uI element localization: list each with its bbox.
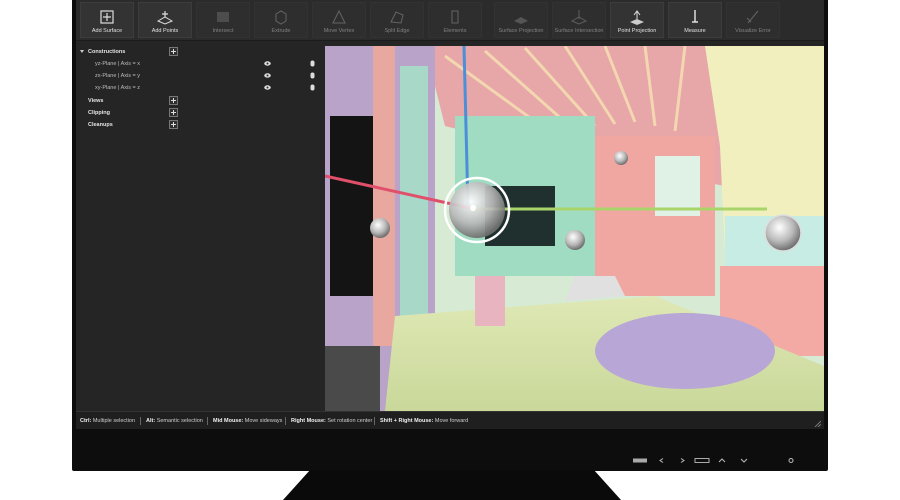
status-hint-mid-mouse: Mid Mouse: Move sideways xyxy=(213,418,283,424)
cleanups-label: Cleanups xyxy=(88,122,113,128)
status-bar: Ctrl: Multiple selection Alt: Semantic s… xyxy=(76,411,824,429)
surface-intersection-button[interactable]: Surface Intersection xyxy=(552,2,606,38)
add-points-icon xyxy=(156,11,174,25)
monitor-stand xyxy=(283,470,621,500)
move-vertex-icon xyxy=(332,9,346,24)
chevron-down-icon[interactable] xyxy=(738,458,750,463)
split-edge-icon xyxy=(390,11,404,24)
tool-label: Add Points xyxy=(151,28,179,34)
input-source-icon[interactable] xyxy=(694,458,710,463)
tree-row-constructions[interactable]: Constructions xyxy=(76,47,325,58)
tool-label: Measure xyxy=(684,28,706,34)
sidebar-panel: Constructions yz-Plane | Axis = x zx-Pla… xyxy=(76,41,325,411)
add-surface-button[interactable]: Add Surface xyxy=(80,2,134,38)
tree-row-views[interactable]: Views xyxy=(76,96,325,107)
point-projection-button[interactable]: Point Projection xyxy=(610,2,664,38)
split-edge-button[interactable]: Split Edge xyxy=(370,2,424,38)
tool-label: Elements xyxy=(443,28,467,34)
chevron-left-icon[interactable] xyxy=(656,458,668,463)
tool-label: Point Projection xyxy=(617,28,657,34)
visualize-error-icon xyxy=(746,10,759,24)
handle-sphere-back xyxy=(614,151,628,165)
tree-row-yz-plane[interactable]: yz-Plane | Axis = x xyxy=(76,59,325,70)
surface-intersection-icon xyxy=(570,10,588,25)
tool-label: Extrude xyxy=(271,28,291,34)
eye-icon[interactable] xyxy=(264,85,271,90)
add-points-button[interactable]: Add Points xyxy=(138,2,192,38)
elements-button[interactable]: Elements xyxy=(428,2,482,38)
measure-icon xyxy=(692,10,698,23)
tool-label: Surface Projection xyxy=(498,28,544,34)
y-axis-handle xyxy=(764,214,802,252)
chevron-down-icon[interactable] xyxy=(80,50,84,53)
tree-row-cleanups[interactable]: Cleanups xyxy=(76,120,325,131)
eye-icon[interactable] xyxy=(264,73,271,78)
handle-sphere-mid xyxy=(565,230,585,250)
visualize-error-button[interactable]: Visualize Error xyxy=(726,2,780,38)
status-hint-right-mouse: Right Mouse: Set rotation center xyxy=(291,418,373,424)
app-window: Add Surface Add Points Intersect Extrude… xyxy=(76,0,824,429)
construction-item-label: yz-Plane | Axis = x xyxy=(95,61,140,67)
tree-row-zx-plane[interactable]: zx-Plane | Axis = y xyxy=(76,71,325,82)
mouse-icon[interactable] xyxy=(310,72,315,79)
tool-label: Add Surface xyxy=(91,28,123,34)
construction-item-label: zx-Plane | Axis = y xyxy=(95,73,140,79)
add-surface-icon xyxy=(100,10,114,24)
measure-button[interactable]: Measure xyxy=(668,2,722,38)
power-button-icon[interactable] xyxy=(632,458,648,463)
resize-grip-icon[interactable] xyxy=(814,420,821,427)
add-construction-button[interactable] xyxy=(169,47,178,56)
intersect-icon xyxy=(217,12,229,22)
tool-label: Visualize Error xyxy=(735,28,771,34)
toolbar: Add Surface Add Points Intersect Extrude… xyxy=(76,0,824,41)
tool-label: Split Edge xyxy=(384,28,410,34)
surface-projection-icon xyxy=(514,17,528,24)
chevron-right-icon[interactable] xyxy=(676,458,688,463)
eye-icon[interactable] xyxy=(264,61,271,66)
rotation-center-point xyxy=(470,205,476,211)
mouse-icon[interactable] xyxy=(310,84,315,91)
tool-label: Surface Intersection xyxy=(554,28,604,34)
point-cloud-scene[interactable] xyxy=(325,46,824,411)
tree-row-xy-plane[interactable]: xy-Plane | Axis = z xyxy=(76,83,325,94)
add-view-button[interactable] xyxy=(169,96,178,105)
mouse-icon[interactable] xyxy=(310,60,315,67)
point-projection-icon xyxy=(630,10,644,25)
status-hint-alt: Alt: Semantic selection xyxy=(146,418,203,424)
add-clipping-button[interactable] xyxy=(169,108,178,117)
constructions-label: Constructions xyxy=(88,49,126,55)
status-hint-ctrl: Ctrl: Multiple selection xyxy=(80,418,136,424)
status-hint-shift-right-mouse: Shift + Right Mouse: Move forward xyxy=(380,418,469,424)
extrude-button[interactable]: Extrude xyxy=(254,2,308,38)
extrude-icon xyxy=(275,10,287,25)
construction-item-label: xy-Plane | Axis = z xyxy=(95,85,140,91)
x-axis-handle xyxy=(370,218,390,238)
tree-row-clipping[interactable]: Clipping xyxy=(76,108,325,119)
tool-label: Intersect xyxy=(212,28,234,34)
menu-button-icon[interactable] xyxy=(784,458,798,463)
3d-viewport[interactable] xyxy=(325,46,824,411)
elements-icon xyxy=(451,10,459,24)
chevron-up-icon[interactable] xyxy=(716,458,728,463)
rotation-gizmo-sphere xyxy=(449,182,505,238)
views-label: Views xyxy=(88,98,104,104)
clipping-label: Clipping xyxy=(88,110,110,116)
move-vertex-button[interactable]: Move Vertex xyxy=(312,2,366,38)
add-cleanup-button[interactable] xyxy=(169,120,178,129)
surface-projection-button[interactable]: Surface Projection xyxy=(494,2,548,38)
intersect-button[interactable]: Intersect xyxy=(196,2,250,38)
tool-label: Move Vertex xyxy=(323,28,355,34)
